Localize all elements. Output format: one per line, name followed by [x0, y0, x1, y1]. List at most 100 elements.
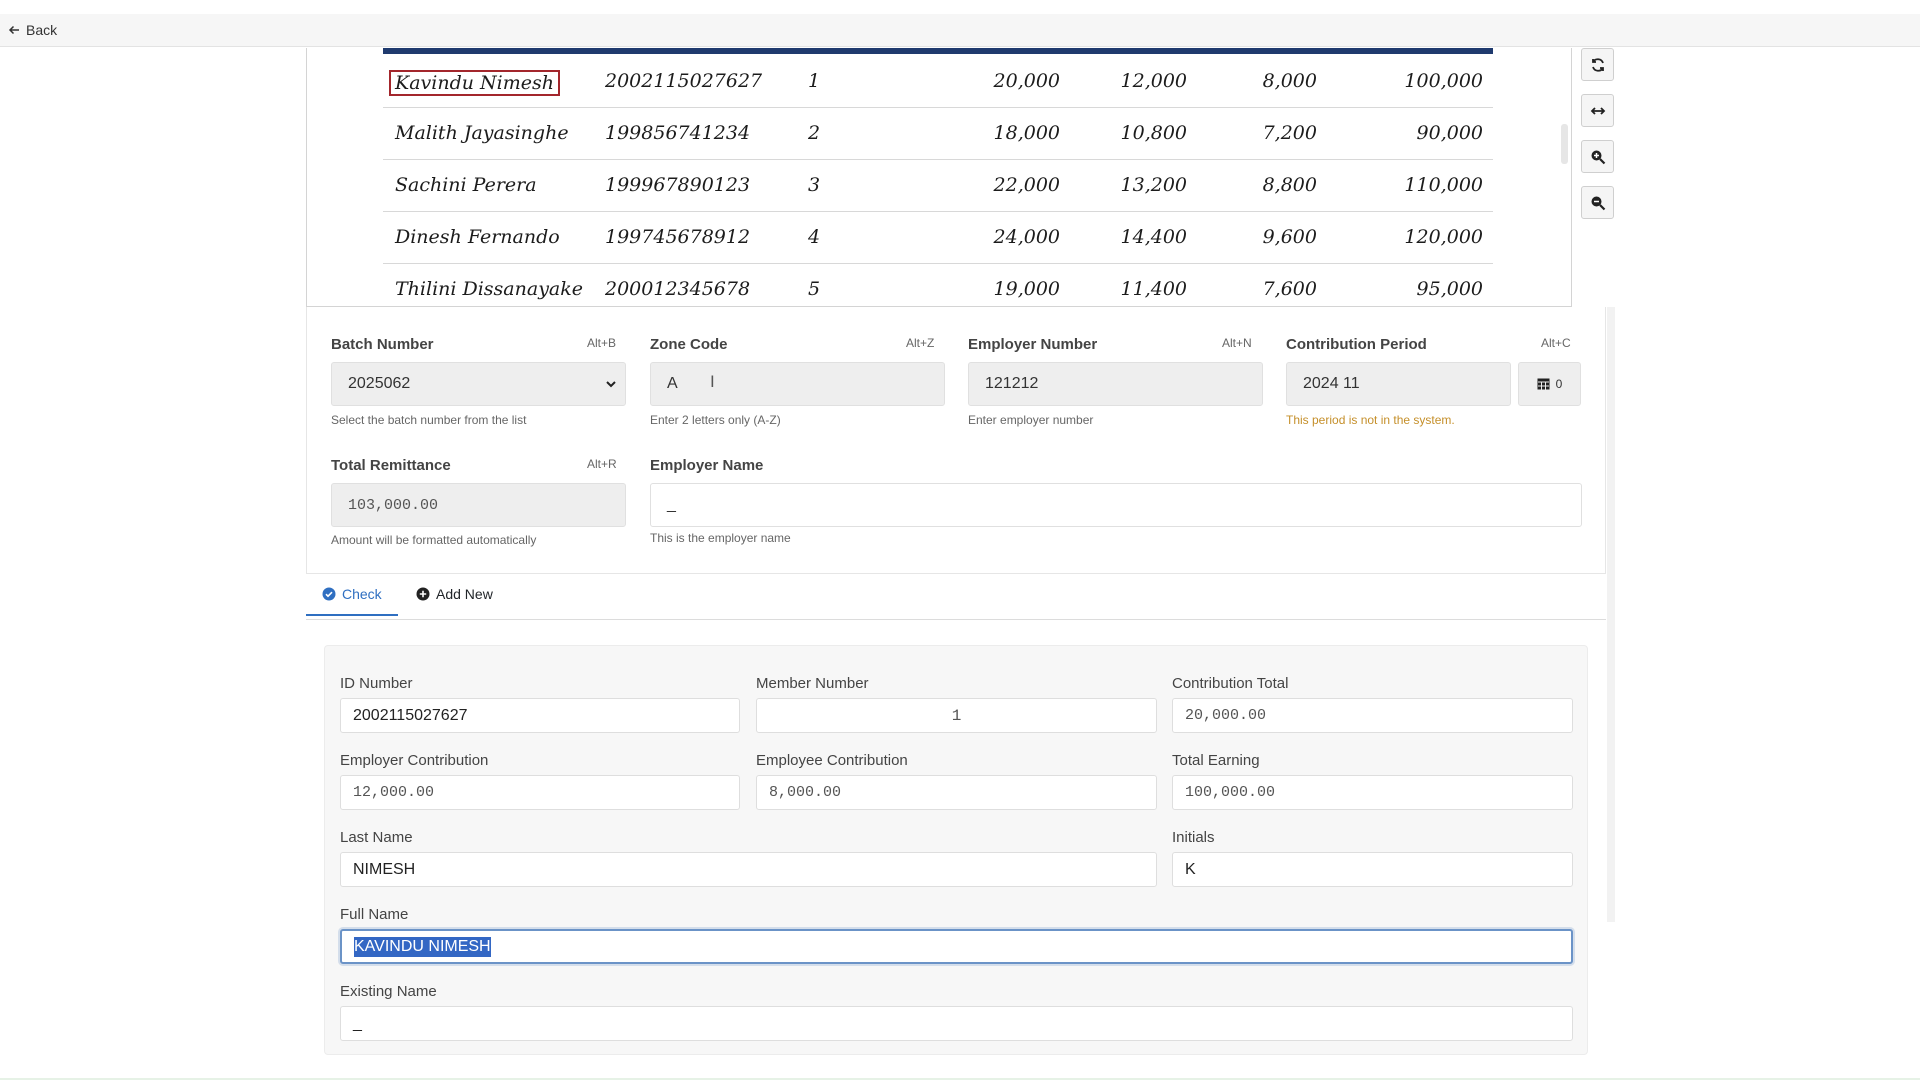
zone-code-value: A [667, 375, 678, 392]
employer-name-help: This is the employer name [650, 531, 791, 545]
initials-input[interactable]: K [1172, 852, 1573, 887]
initials-label: Initials [1172, 829, 1215, 846]
employer-contribution-value: 12,000.00 [353, 784, 435, 801]
scan-contribution-total: 24,000 [993, 226, 1060, 248]
employer-number-input[interactable]: 121212 [968, 362, 1263, 406]
scan-id: 199967890123 [605, 174, 751, 196]
scan-employee-contribution: 7,200 [1262, 122, 1317, 144]
scan-contribution-total: 20,000 [993, 70, 1060, 92]
batch-form-card: Batch Number Alt+B 2025062 Select the ba… [306, 307, 1606, 574]
last-name-input[interactable]: NIMESH [340, 852, 1157, 887]
contribution-total-label: Contribution Total [1172, 675, 1289, 692]
total-earning-input[interactable]: 100,000.00 [1172, 775, 1573, 810]
full-name-input[interactable]: KAVINDU NIMESH [340, 929, 1573, 964]
scan-total-earning: 110,000 [1404, 174, 1483, 196]
contribution-period-input[interactable]: 2024 11 [1286, 362, 1511, 406]
zone-code-shortcut: Alt+Z [906, 336, 935, 350]
tab-check[interactable]: Check [306, 586, 398, 616]
fit-width-button[interactable] [1581, 94, 1614, 127]
employer-name-value: _ [667, 496, 676, 513]
batch-number-label: Batch Number [331, 336, 434, 353]
scan-member-no: 2 [808, 122, 821, 144]
top-bar: Back [0, 14, 1920, 47]
contribution-period-shortcut: Alt+C [1541, 336, 1571, 350]
scan-name: Sachini Perera [395, 174, 537, 196]
employer-number-value: 121212 [985, 375, 1039, 392]
zone-code-input[interactable]: A [650, 362, 945, 406]
calendar-button[interactable]: 0 [1518, 362, 1581, 406]
page-scrollbar-track [1607, 307, 1615, 922]
tab-bar: Check Add New [306, 574, 1606, 620]
scan-row: Dinesh Fernando 199745678912 4 24,000 14… [383, 212, 1493, 264]
member-number-value: 1 [951, 706, 962, 725]
zoom-out-icon [1591, 196, 1605, 210]
total-remittance-value: 103,000.00 [348, 496, 439, 514]
refresh-button[interactable] [1581, 48, 1614, 81]
id-number-input[interactable]: 2002115027627 [340, 698, 740, 733]
total-remittance-help: Amount will be formatted automatically [331, 533, 537, 547]
scan-id: 199745678912 [605, 226, 751, 248]
check-circle-icon [322, 587, 336, 601]
scan-row: Thilini Dissanayake 200012345678 5 19,00… [383, 264, 1493, 306]
arrow-left-icon [8, 25, 19, 35]
zoom-out-button[interactable] [1581, 186, 1614, 219]
existing-name-label: Existing Name [340, 983, 437, 1000]
employee-contribution-label: Employee Contribution [756, 752, 908, 769]
last-name-label: Last Name [340, 829, 413, 846]
total-remittance-input[interactable]: 103,000.00 [331, 483, 626, 527]
id-number-value: 2002115027627 [353, 706, 468, 724]
scan-member-no: 3 [808, 174, 821, 196]
batch-number-help: Select the batch number from the list [331, 413, 527, 427]
calendar-icon [1537, 378, 1550, 390]
scan-employee-contribution: 8,800 [1262, 174, 1317, 196]
employee-contribution-input[interactable]: 8,000.00 [756, 775, 1157, 810]
employer-contribution-label: Employer Contribution [340, 752, 489, 769]
batch-number-select[interactable]: 2025062 [331, 362, 626, 406]
document-viewer[interactable]: Kavindu Nimesh 2002115027627 1 20,000 12… [306, 48, 1572, 307]
tab-add-new-label: Add New [436, 586, 493, 602]
zone-code-label: Zone Code [650, 336, 728, 353]
scan-member-no: 4 [808, 226, 821, 248]
scan-employer-contribution: 10,800 [1120, 122, 1187, 144]
scan-name-highlighted: Kavindu Nimesh [389, 70, 560, 96]
back-button[interactable]: Back [8, 22, 57, 38]
scan-employee-contribution: 8,000 [1262, 70, 1317, 92]
zoom-in-button[interactable] [1581, 140, 1614, 173]
employer-name-field: _ [650, 483, 1582, 527]
scan-row: Kavindu Nimesh 2002115027627 1 20,000 12… [383, 56, 1493, 108]
scan-employer-contribution: 12,000 [1120, 70, 1187, 92]
member-number-label: Member Number [756, 675, 869, 692]
scan-employee-contribution: 7,600 [1262, 278, 1317, 300]
batch-number-shortcut: Alt+B [587, 336, 617, 350]
employer-contribution-input[interactable]: 12,000.00 [340, 775, 740, 810]
contribution-total-value: 20,000.00 [1185, 707, 1267, 724]
scan-id: 2002115027627 [605, 70, 763, 92]
scan-total-earning: 90,000 [1416, 122, 1483, 144]
tab-add-new[interactable]: Add New [416, 586, 493, 602]
refresh-icon [1591, 57, 1604, 72]
existing-name-input[interactable]: _ [340, 1006, 1573, 1041]
member-details-panel: ID Number 2002115027627 Member Number 1 … [324, 645, 1588, 1055]
scan-id: 200012345678 [605, 278, 751, 300]
scan-contribution-total: 18,000 [993, 122, 1060, 144]
tab-check-label: Check [342, 586, 382, 602]
existing-name-value: _ [353, 1014, 362, 1032]
contribution-total-input[interactable]: 20,000.00 [1172, 698, 1573, 733]
employer-number-help: Enter employer number [968, 413, 1094, 427]
contribution-period-label: Contribution Period [1286, 336, 1427, 353]
employee-contribution-value: 8,000.00 [769, 784, 842, 801]
contribution-period-value: 2024 11 [1303, 375, 1360, 392]
scan-total-earning: 100,000 [1404, 70, 1483, 92]
scan-row: Malith Jayasinghe 199856741234 2 18,000 … [383, 108, 1493, 160]
scan-contribution-total: 22,000 [993, 174, 1060, 196]
total-remittance-label: Total Remittance [331, 457, 451, 474]
scan-total-earning: 120,000 [1404, 226, 1483, 248]
full-name-label: Full Name [340, 906, 409, 923]
fit-width-icon [1590, 106, 1605, 115]
viewer-scrollbar[interactable] [1561, 124, 1568, 164]
scan-contribution-total: 19,000 [993, 278, 1060, 300]
plus-circle-icon [416, 587, 430, 601]
scan-row: Sachini Perera 199967890123 3 22,000 13,… [383, 160, 1493, 212]
member-number-input[interactable]: 1 [756, 698, 1157, 733]
calendar-count: 0 [1555, 377, 1563, 391]
